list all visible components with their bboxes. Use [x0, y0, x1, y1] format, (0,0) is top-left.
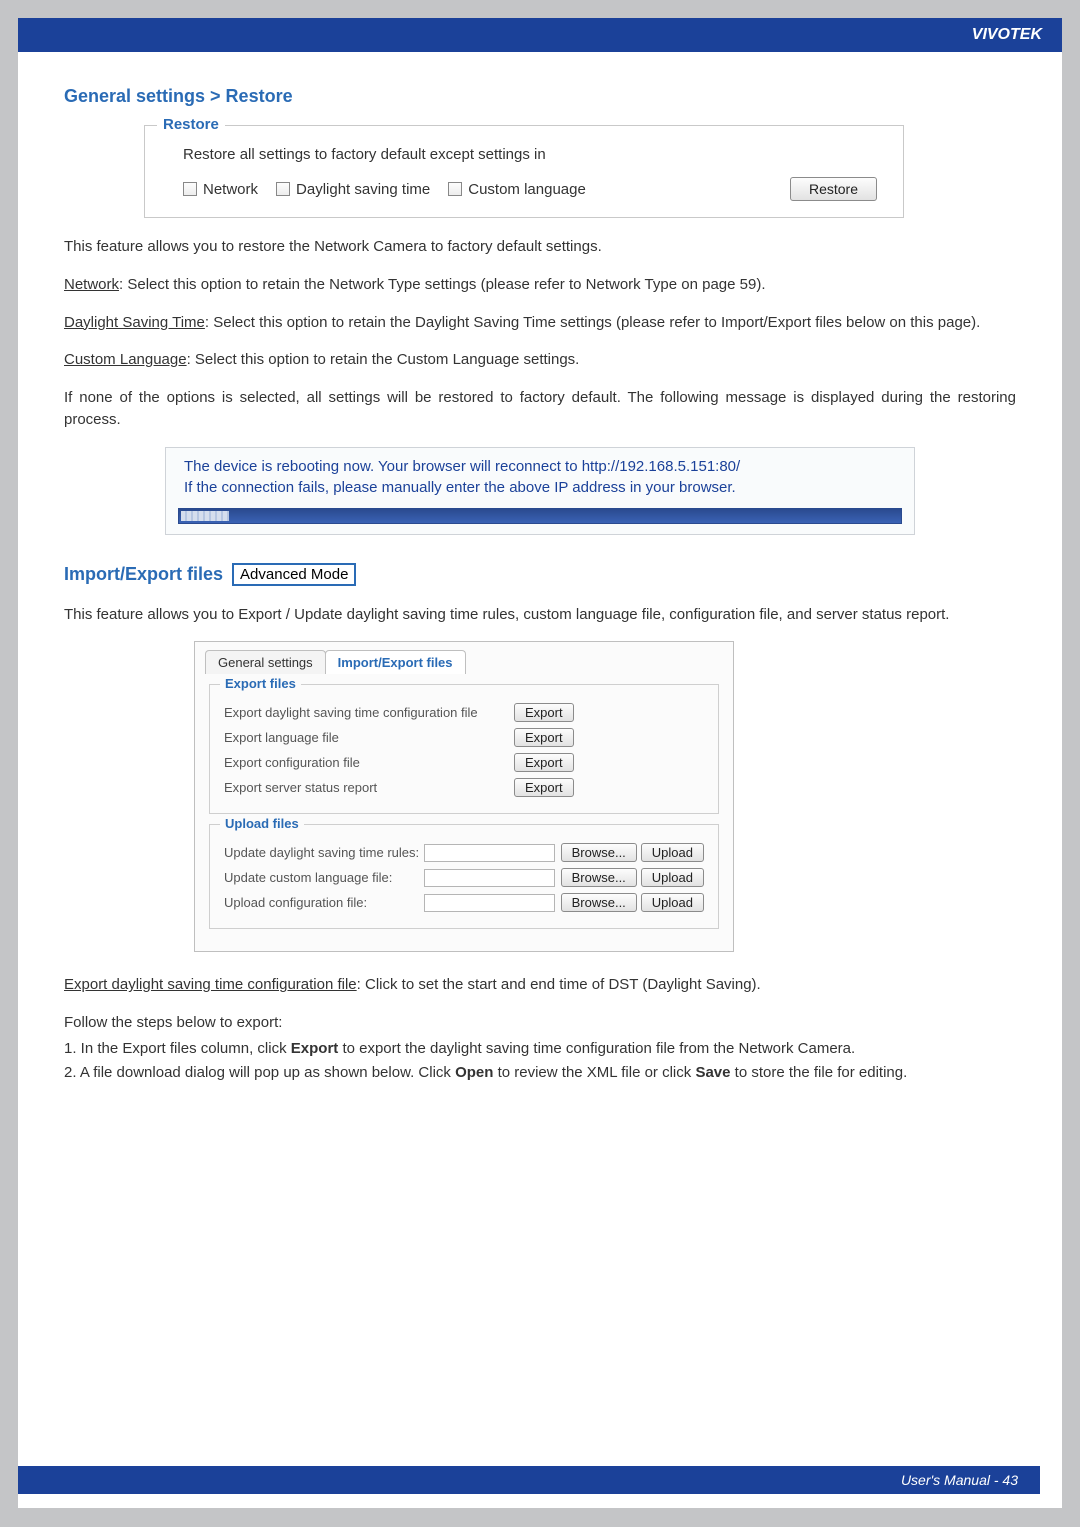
text-customlang: : Select this option to retain the Custo…	[187, 351, 580, 368]
restore-description: Restore all settings to factory default …	[183, 146, 885, 163]
checkbox-dst[interactable]: Daylight saving time	[276, 181, 430, 198]
export-button-conf[interactable]: Export	[514, 753, 574, 772]
progress-fill	[181, 511, 229, 521]
browse-button-lang[interactable]: Browse...	[561, 868, 637, 887]
export-label-lang: Export language file	[224, 730, 514, 745]
advanced-mode-badge: Advanced Mode	[232, 563, 356, 586]
export-dst-heading-body: : Click to set the start and end time of…	[357, 976, 761, 993]
reboot-line2: If the connection fails, please manually…	[166, 477, 914, 498]
upload-legend: Upload files	[220, 816, 304, 831]
upload-button-dst[interactable]: Upload	[641, 843, 704, 862]
checkbox-network[interactable]: Network	[183, 181, 258, 198]
upload-row-conf: Upload configuration file: Browse... Upl…	[224, 893, 704, 912]
upload-label-lang: Update custom language file:	[224, 870, 424, 885]
step2-b: Open	[455, 1064, 493, 1081]
upload-label-conf: Upload configuration file:	[224, 895, 424, 910]
progress-bar	[178, 508, 902, 524]
restore-options-row: Network Daylight saving time Custom lang…	[183, 177, 885, 201]
step2-d: Save	[695, 1064, 730, 1081]
restore-dst-text: Daylight Saving Time: Select this option…	[64, 312, 1016, 334]
export-files-panel: Export files Export daylight saving time…	[209, 684, 719, 814]
upload-input-conf[interactable]	[424, 894, 555, 912]
restore-legend: Restore	[157, 116, 225, 133]
text-network: : Select this option to retain the Netwo…	[119, 276, 765, 293]
export-legend: Export files	[220, 676, 301, 691]
ie-intro: This feature allows you to Export / Upda…	[64, 604, 1016, 626]
tab-bar: General settings Import/Export files	[205, 650, 723, 674]
upload-input-lang[interactable]	[424, 869, 555, 887]
export-button-dst[interactable]: Export	[514, 703, 574, 722]
upload-button-lang[interactable]: Upload	[641, 868, 704, 887]
restore-button[interactable]: Restore	[790, 177, 877, 201]
export-label-status: Export server status report	[224, 780, 514, 795]
export-dst-heading: Export daylight saving time configuratio…	[64, 974, 1016, 996]
checkbox-network-label: Network	[203, 181, 258, 198]
export-button-status[interactable]: Export	[514, 778, 574, 797]
restore-none-text: If none of the options is selected, all …	[64, 387, 1016, 431]
label-dst: Daylight Saving Time	[64, 314, 205, 331]
export-label-conf: Export configuration file	[224, 755, 514, 770]
content-area: General settings > Restore Restore Resto…	[18, 52, 1062, 1083]
export-dst-heading-label: Export daylight saving time configuratio…	[64, 976, 357, 993]
checkbox-dst-label: Daylight saving time	[296, 181, 430, 198]
step2-a: 2. A file download dialog will pop up as…	[64, 1064, 455, 1081]
restore-panel: Restore Restore all settings to factory …	[144, 125, 904, 218]
export-row-status: Export server status report Export	[224, 778, 704, 797]
label-network: Network	[64, 276, 119, 293]
upload-row-dst: Update daylight saving time rules: Brows…	[224, 843, 704, 862]
step1-c: to export the daylight saving time confi…	[338, 1040, 855, 1057]
restore-cl-text: Custom Language: Select this option to r…	[64, 349, 1016, 371]
header-brand: VIVOTEK	[18, 18, 1062, 52]
step2-c: to review the XML file or click	[493, 1064, 695, 1081]
reboot-line1: The device is rebooting now. Your browse…	[166, 456, 914, 477]
follow-steps: Follow the steps below to export:	[64, 1012, 1016, 1034]
export-row-conf: Export configuration file Export	[224, 753, 704, 772]
export-row-dst: Export daylight saving time configuratio…	[224, 703, 704, 722]
export-label-dst: Export daylight saving time configuratio…	[224, 705, 514, 720]
step1-b: Export	[291, 1040, 339, 1057]
checkbox-icon	[276, 182, 290, 196]
step1-a: 1. In the Export files column, click	[64, 1040, 291, 1057]
export-button-lang[interactable]: Export	[514, 728, 574, 747]
upload-button-conf[interactable]: Upload	[641, 893, 704, 912]
import-export-panel: General settings Import/Export files Exp…	[194, 641, 734, 952]
restore-network-text: Network: Select this option to retain th…	[64, 274, 1016, 296]
upload-files-panel: Upload files Update daylight saving time…	[209, 824, 719, 929]
upload-row-lang: Update custom language file: Browse... U…	[224, 868, 704, 887]
upload-input-dst[interactable]	[424, 844, 555, 862]
restore-section-title: General settings > Restore	[64, 86, 1016, 107]
tab-import-export[interactable]: Import/Export files	[325, 650, 466, 674]
checkbox-customlang-label: Custom language	[468, 181, 586, 198]
ie-title-text: Import/Export files	[64, 564, 223, 584]
step-1: 1. In the Export files column, click Exp…	[64, 1038, 1016, 1060]
text-dst: : Select this option to retain the Dayli…	[205, 314, 980, 331]
tab-general-settings[interactable]: General settings	[205, 650, 326, 674]
checkbox-icon	[448, 182, 462, 196]
import-export-title: Import/Export files Advanced Mode	[64, 563, 1016, 586]
browse-button-dst[interactable]: Browse...	[561, 843, 637, 862]
page-footer: User's Manual - 43	[18, 1466, 1040, 1494]
step-2: 2. A file download dialog will pop up as…	[64, 1062, 1016, 1084]
step2-e: to store the file for editing.	[730, 1064, 907, 1081]
upload-label-dst: Update daylight saving time rules:	[224, 845, 424, 860]
checkbox-icon	[183, 182, 197, 196]
label-customlang: Custom Language	[64, 351, 187, 368]
export-row-lang: Export language file Export	[224, 728, 704, 747]
browse-button-conf[interactable]: Browse...	[561, 893, 637, 912]
reboot-message-box: The device is rebooting now. Your browse…	[165, 447, 915, 535]
restore-intro: This feature allows you to restore the N…	[64, 236, 1016, 258]
page: VIVOTEK General settings > Restore Resto…	[18, 18, 1062, 1508]
checkbox-customlang[interactable]: Custom language	[448, 181, 586, 198]
